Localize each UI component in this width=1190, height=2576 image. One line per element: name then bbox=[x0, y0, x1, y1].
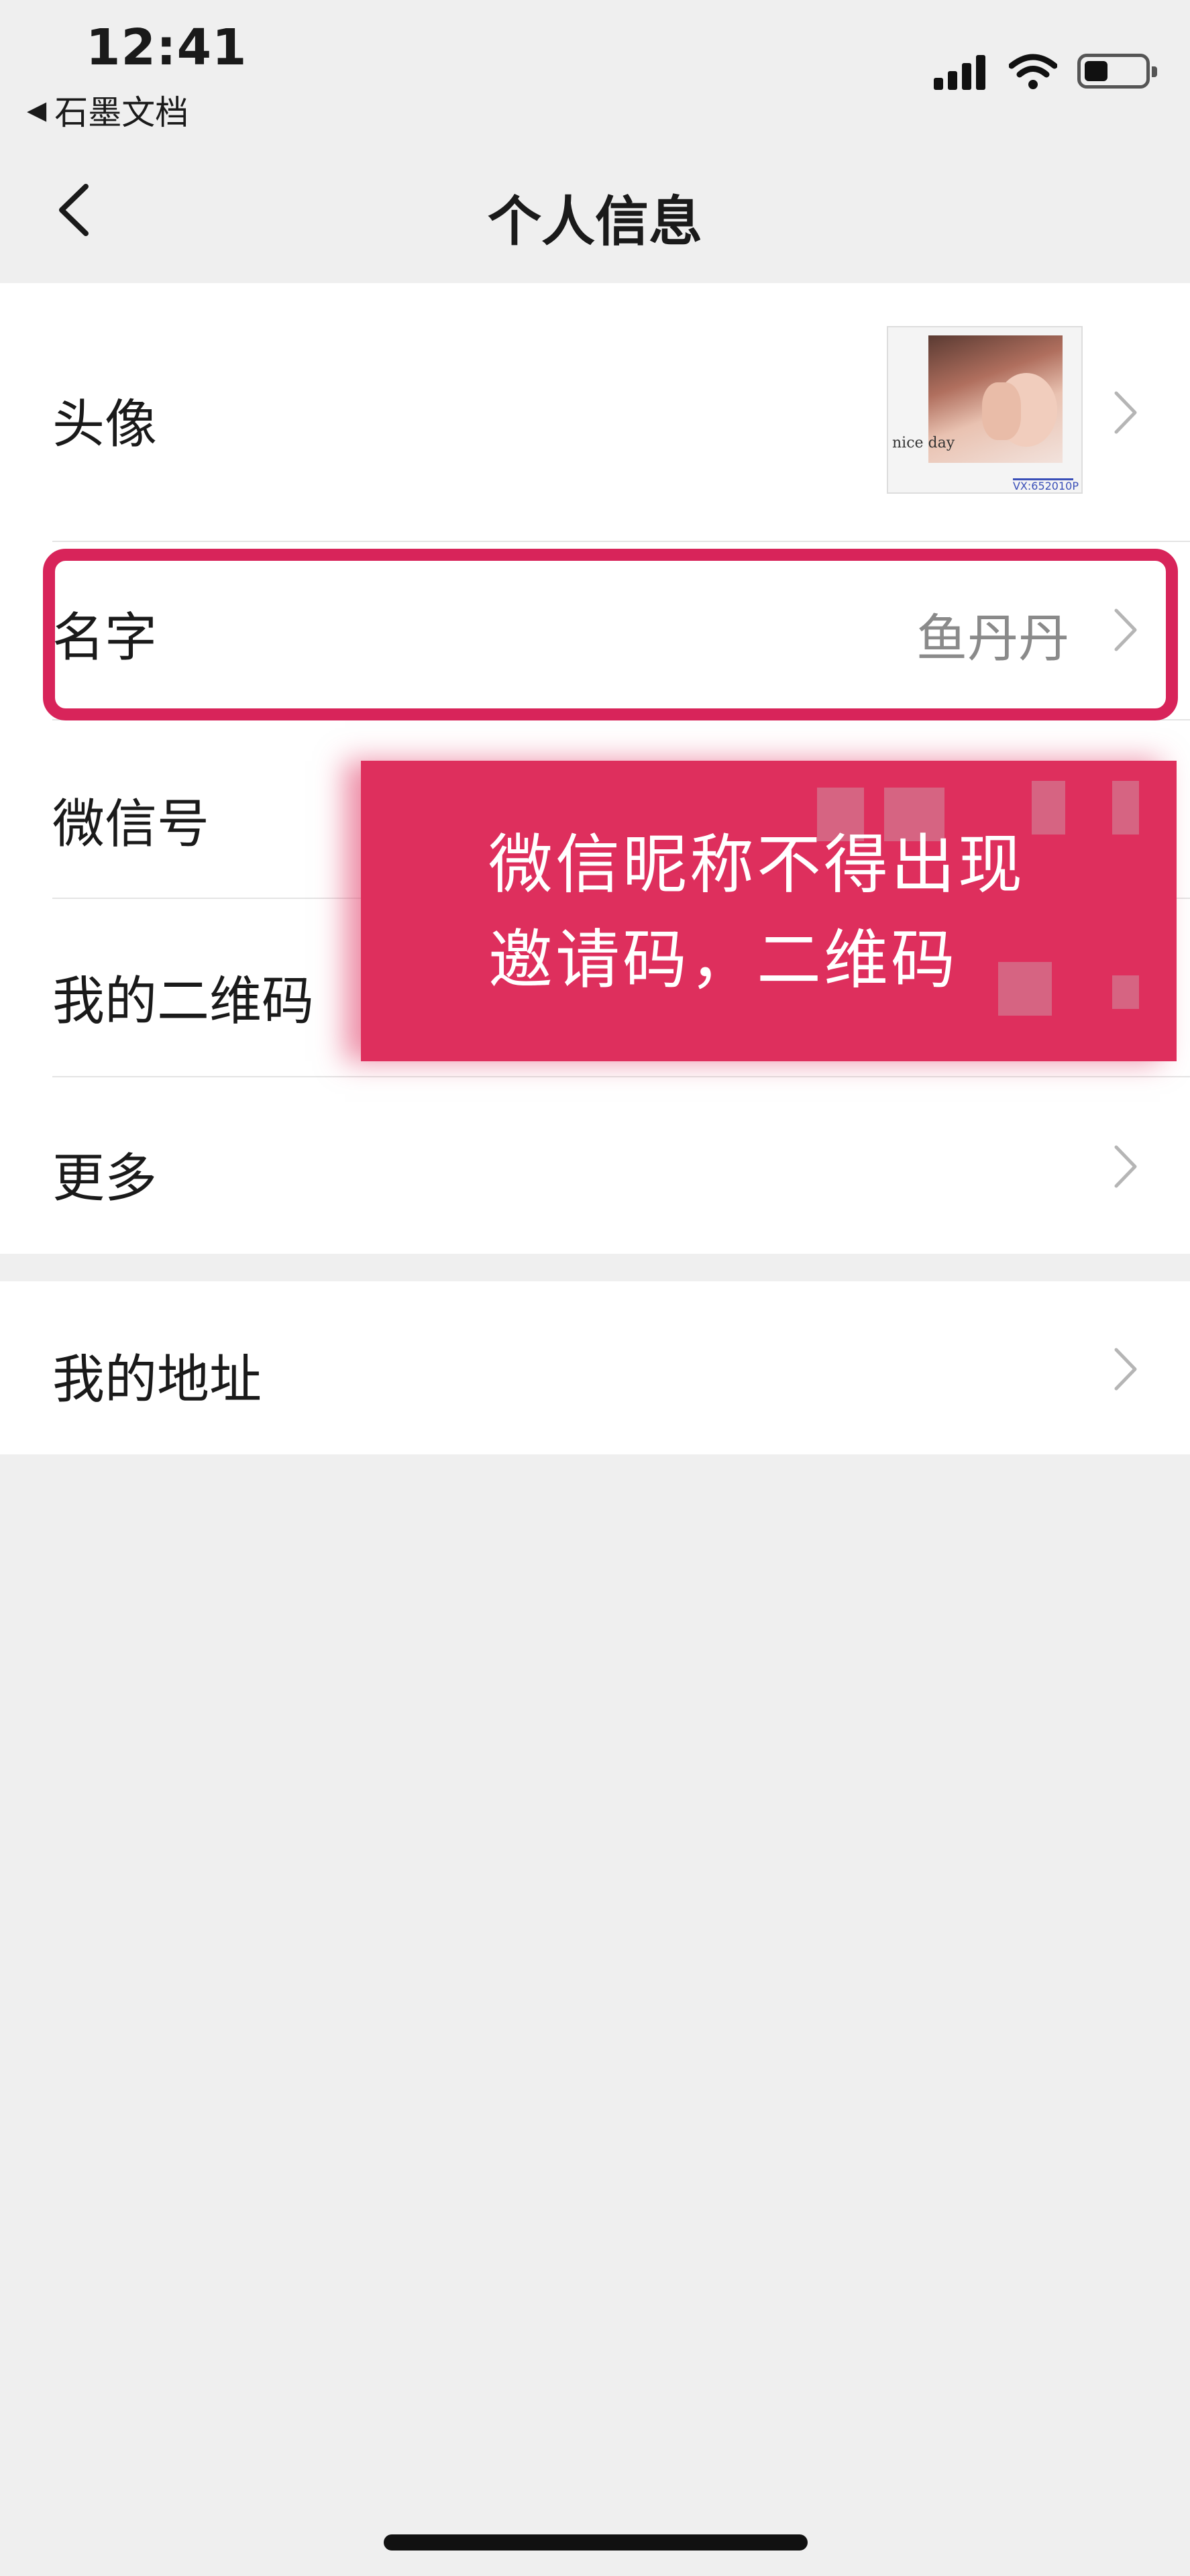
wifi-icon bbox=[1009, 54, 1057, 89]
address-group: 我的地址 bbox=[0, 1281, 1190, 1454]
more-label: 更多 bbox=[52, 1148, 158, 1209]
annotation-line-2: 邀请码，二维码 bbox=[488, 922, 958, 998]
back-triangle-icon: ◀ bbox=[27, 95, 47, 125]
back-to-app-link[interactable]: ◀ 石墨文档 bbox=[27, 86, 188, 134]
cellular-signal-icon bbox=[934, 52, 990, 90]
status-bar: 12:41 ◀ 石墨文档 bbox=[0, 0, 1190, 141]
chevron-right-icon bbox=[1114, 1348, 1137, 1391]
name-highlight-box bbox=[43, 549, 1178, 720]
status-icons bbox=[934, 52, 1157, 90]
avatar[interactable]: nice day VX:652010P bbox=[887, 326, 1083, 494]
back-app-label: 石墨文档 bbox=[54, 93, 189, 132]
page-title: 个人信息 bbox=[488, 191, 702, 253]
annotation-text: 微信昵称不得出现 邀请码，二维码 bbox=[488, 817, 1092, 1008]
avatar-caption: nice day bbox=[892, 435, 955, 451]
chevron-right-icon bbox=[1114, 391, 1137, 434]
wechat-id-label: 微信号 bbox=[52, 794, 210, 855]
row-address[interactable]: 我的地址 bbox=[0, 1281, 1190, 1454]
avatar-label: 头像 bbox=[52, 394, 158, 455]
battery-icon bbox=[1077, 54, 1157, 89]
mosaic-block bbox=[1112, 975, 1139, 1009]
mosaic-block bbox=[1112, 781, 1139, 835]
annotation-line-1: 微信昵称不得出现 bbox=[488, 827, 1025, 902]
annotation-banner: 微信昵称不得出现 邀请码，二维码 bbox=[361, 761, 1177, 1061]
chevron-right-icon bbox=[1114, 1145, 1137, 1188]
avatar-signature bbox=[1013, 463, 1073, 480]
avatar-watermark: VX:652010P bbox=[1012, 480, 1079, 492]
home-indicator[interactable] bbox=[384, 2534, 808, 2551]
row-more[interactable]: 更多 bbox=[0, 1077, 1190, 1254]
address-label: 我的地址 bbox=[52, 1350, 262, 1410]
qrcode-label: 我的二维码 bbox=[52, 971, 315, 1032]
row-avatar[interactable]: 头像 nice day VX:652010P bbox=[0, 283, 1190, 542]
navigation-bar: 个人信息 bbox=[0, 141, 1190, 282]
status-time: 12:41 bbox=[86, 19, 248, 76]
